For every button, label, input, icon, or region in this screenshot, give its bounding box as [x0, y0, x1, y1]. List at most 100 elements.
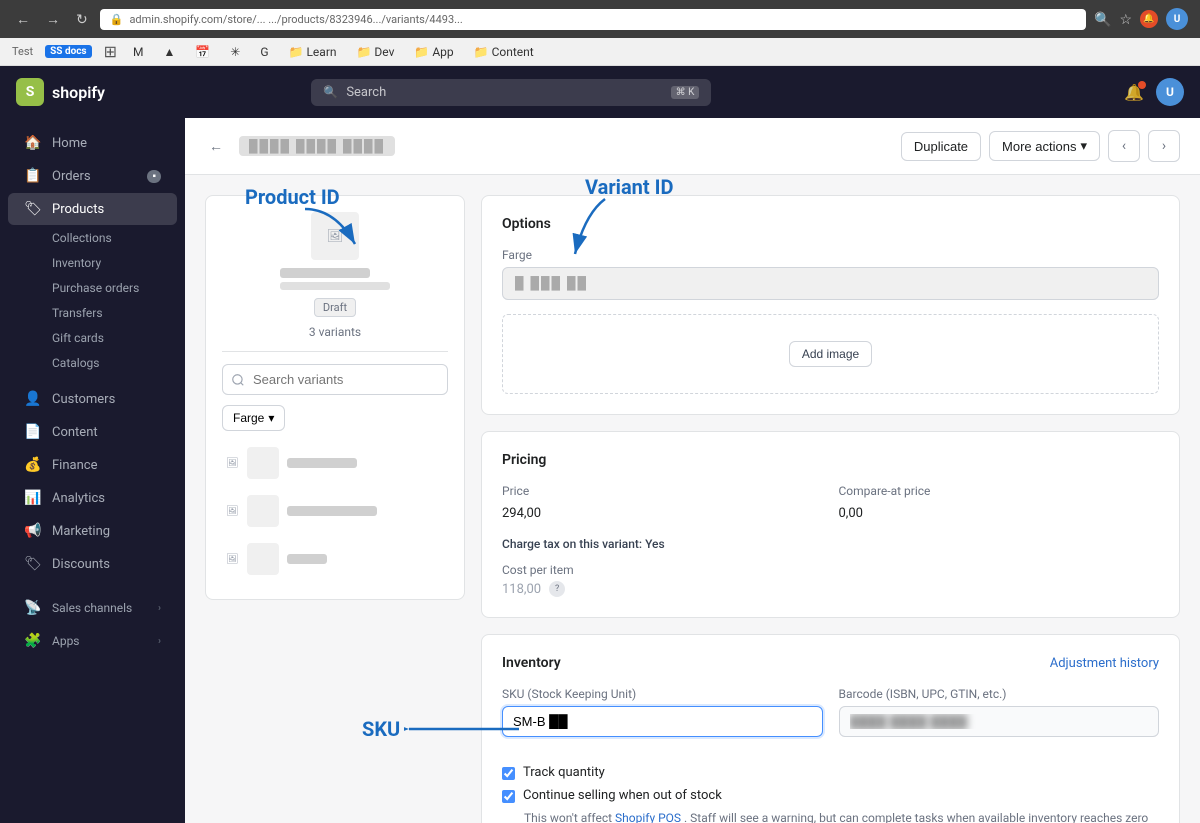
sidebar-item-label: Marketing: [52, 524, 110, 539]
sidebar-subitem-collections[interactable]: Collections: [8, 226, 177, 250]
bookmark-g[interactable]: G: [256, 43, 272, 61]
notification-dot: [1138, 81, 1146, 89]
search-placeholder: Search: [346, 85, 662, 100]
next-variant-button[interactable]: ›: [1148, 130, 1180, 162]
cost-value: 118,00: [502, 582, 541, 597]
prev-variant-button[interactable]: ‹: [1108, 130, 1140, 162]
track-quantity-checkbox[interactable]: [502, 767, 515, 780]
filter-farge-button[interactable]: Farge ▾: [222, 405, 285, 431]
variant-label-3: [287, 554, 327, 564]
variant-image-icon-1: 🖼: [226, 458, 239, 469]
sidebar-item-discounts[interactable]: 🏷 Discounts: [8, 548, 177, 580]
add-image-button[interactable]: Add image: [789, 341, 872, 367]
bookmark-dev[interactable]: 📁 Dev: [353, 43, 399, 61]
sidebar-subitem-catalogs[interactable]: Catalogs: [8, 351, 177, 375]
add-image-box[interactable]: Add image: [502, 314, 1159, 394]
cost-per-item-label: Cost per item: [502, 563, 1159, 577]
compare-value: 0,00: [839, 502, 1160, 525]
discounts-icon: 🏷: [24, 556, 42, 572]
continue-selling-row: Continue selling when out of stock: [502, 788, 1159, 803]
bookmark-ss-docs[interactable]: SS docs: [45, 45, 91, 58]
sidebar-item-finance[interactable]: 💰 Finance: [8, 449, 177, 481]
sku-input[interactable]: [502, 706, 823, 737]
bookmark-content[interactable]: 📁 Content: [470, 43, 538, 61]
price-field: Price 294,00: [502, 484, 823, 525]
sidebar-item-home[interactable]: 🏠 Home: [8, 127, 177, 159]
sidebar-item-apps[interactable]: 🧩 Apps ›: [8, 625, 177, 657]
continue-selling-checkbox[interactable]: [502, 790, 515, 803]
bookmark-app[interactable]: 📁 App: [410, 43, 457, 61]
shopify-logo-text: shopify: [52, 83, 105, 102]
sidebar-item-content[interactable]: 📄 Content: [8, 416, 177, 448]
sidebar-item-products[interactable]: 🏷 Products: [8, 193, 177, 225]
options-title: Options: [502, 216, 1159, 232]
bookmark-gmail[interactable]: M: [129, 43, 147, 61]
browser-search-icon[interactable]: 🔍: [1094, 11, 1111, 28]
orders-icon: 📋: [24, 168, 42, 184]
sidebar-subitem-purchase-orders[interactable]: Purchase orders: [8, 276, 177, 300]
bell-icon[interactable]: 🔔: [1124, 83, 1144, 102]
topbar-search[interactable]: 🔍 Search ⌘ K: [311, 79, 711, 106]
browser-reload-btn[interactable]: ↻: [72, 9, 92, 30]
more-actions-button[interactable]: More actions ▾: [989, 131, 1100, 161]
sidebar-subitem-transfers[interactable]: Transfers: [8, 301, 177, 325]
pricing-section: Pricing Price 294,00 Compare-at price 0,…: [481, 431, 1180, 618]
sidebar-item-label: Products: [52, 202, 104, 217]
bookmark-grid-icon[interactable]: ⊞: [104, 42, 117, 61]
bookmark-anthr[interactable]: ✳: [226, 43, 244, 61]
bookmark-gdrive[interactable]: ▲: [159, 43, 179, 61]
barcode-input[interactable]: [839, 706, 1160, 737]
charge-tax-row: Charge tax on this variant: Yes: [502, 537, 1159, 551]
browser-url-bar[interactable]: 🔒 admin.shopify.com/store/... .../produc…: [100, 9, 1086, 30]
filter-chevron-icon: ▾: [268, 411, 274, 425]
user-avatar[interactable]: U: [1156, 78, 1184, 106]
variant-item-1[interactable]: 🖼: [222, 439, 448, 487]
sidebar-item-orders[interactable]: 📋 Orders ▪: [8, 160, 177, 192]
product-subtitle-blur: [280, 282, 390, 290]
shopify-logo-icon: S: [16, 78, 44, 106]
search-variants-input[interactable]: [222, 364, 448, 395]
compare-price-field: Compare-at price 0,00: [839, 484, 1160, 525]
filter-label: Farge: [233, 411, 264, 425]
sidebar-item-sales-channels[interactable]: 📡 Sales channels ›: [8, 592, 177, 624]
browser-star-icon[interactable]: ☆: [1119, 11, 1132, 28]
sales-channels-chevron: ›: [158, 603, 161, 614]
bookmark-test: Test: [12, 45, 33, 58]
sidebar-subitem-inventory[interactable]: Inventory: [8, 251, 177, 275]
farge-label: Farge: [502, 248, 1159, 262]
main-content: ← ████ ████ ████ Duplicate More actions …: [185, 118, 1200, 823]
shopify-logo[interactable]: S shopify: [16, 78, 105, 106]
continue-selling-group: Continue selling when out of stock This …: [502, 788, 1159, 823]
bookmark-gcal[interactable]: 📅: [191, 43, 214, 61]
sidebar-item-label: Finance: [52, 458, 97, 473]
browser-back-btn[interactable]: ←: [12, 9, 34, 29]
left-panel: 🖼 Draft 3 variants: [205, 195, 465, 823]
track-quantity-row: Track quantity: [502, 765, 1159, 780]
home-icon: 🏠: [24, 135, 42, 151]
shopify-pos-link[interactable]: Shopify POS: [615, 811, 681, 823]
page-header: ← ████ ████ ████ Duplicate More actions …: [185, 118, 1200, 175]
adjustment-history-link[interactable]: Adjustment history: [1050, 656, 1159, 671]
sidebar-item-marketing[interactable]: 📢 Marketing: [8, 515, 177, 547]
topbar-right: 🔔 U: [1124, 78, 1184, 106]
variant-item-2[interactable]: 🖼: [222, 487, 448, 535]
browser-profile-icon[interactable]: U: [1166, 8, 1188, 30]
inventory-section: Inventory Adjustment history SKU: [481, 634, 1180, 823]
browser-forward-btn[interactable]: →: [42, 9, 64, 29]
sidebar-subitem-gift-cards[interactable]: Gift cards: [8, 326, 177, 350]
cost-per-item-section: Cost per item 118,00 ?: [502, 563, 1159, 597]
variant-item-3[interactable]: 🖼: [222, 535, 448, 583]
sidebar-item-label: Home: [52, 136, 87, 151]
price-label: Price: [502, 484, 823, 498]
topbar: S shopify 🔍 Search ⌘ K 🔔 U: [0, 66, 1200, 118]
back-button[interactable]: ←: [205, 134, 227, 158]
duplicate-button[interactable]: Duplicate: [901, 132, 981, 161]
inventory-grid: SKU: [502, 687, 1159, 751]
product-card: 🖼 Draft 3 variants: [205, 195, 465, 600]
sidebar-item-analytics[interactable]: 📊 Analytics: [8, 482, 177, 514]
bookmark-learn[interactable]: 📁 Learn: [285, 43, 341, 61]
sku-label: SKU (Stock Keeping Unit): [502, 687, 823, 701]
sidebar-item-label: Customers: [52, 392, 115, 407]
cost-info-icon[interactable]: ?: [549, 581, 565, 597]
sidebar-item-customers[interactable]: 👤 Customers: [8, 383, 177, 415]
